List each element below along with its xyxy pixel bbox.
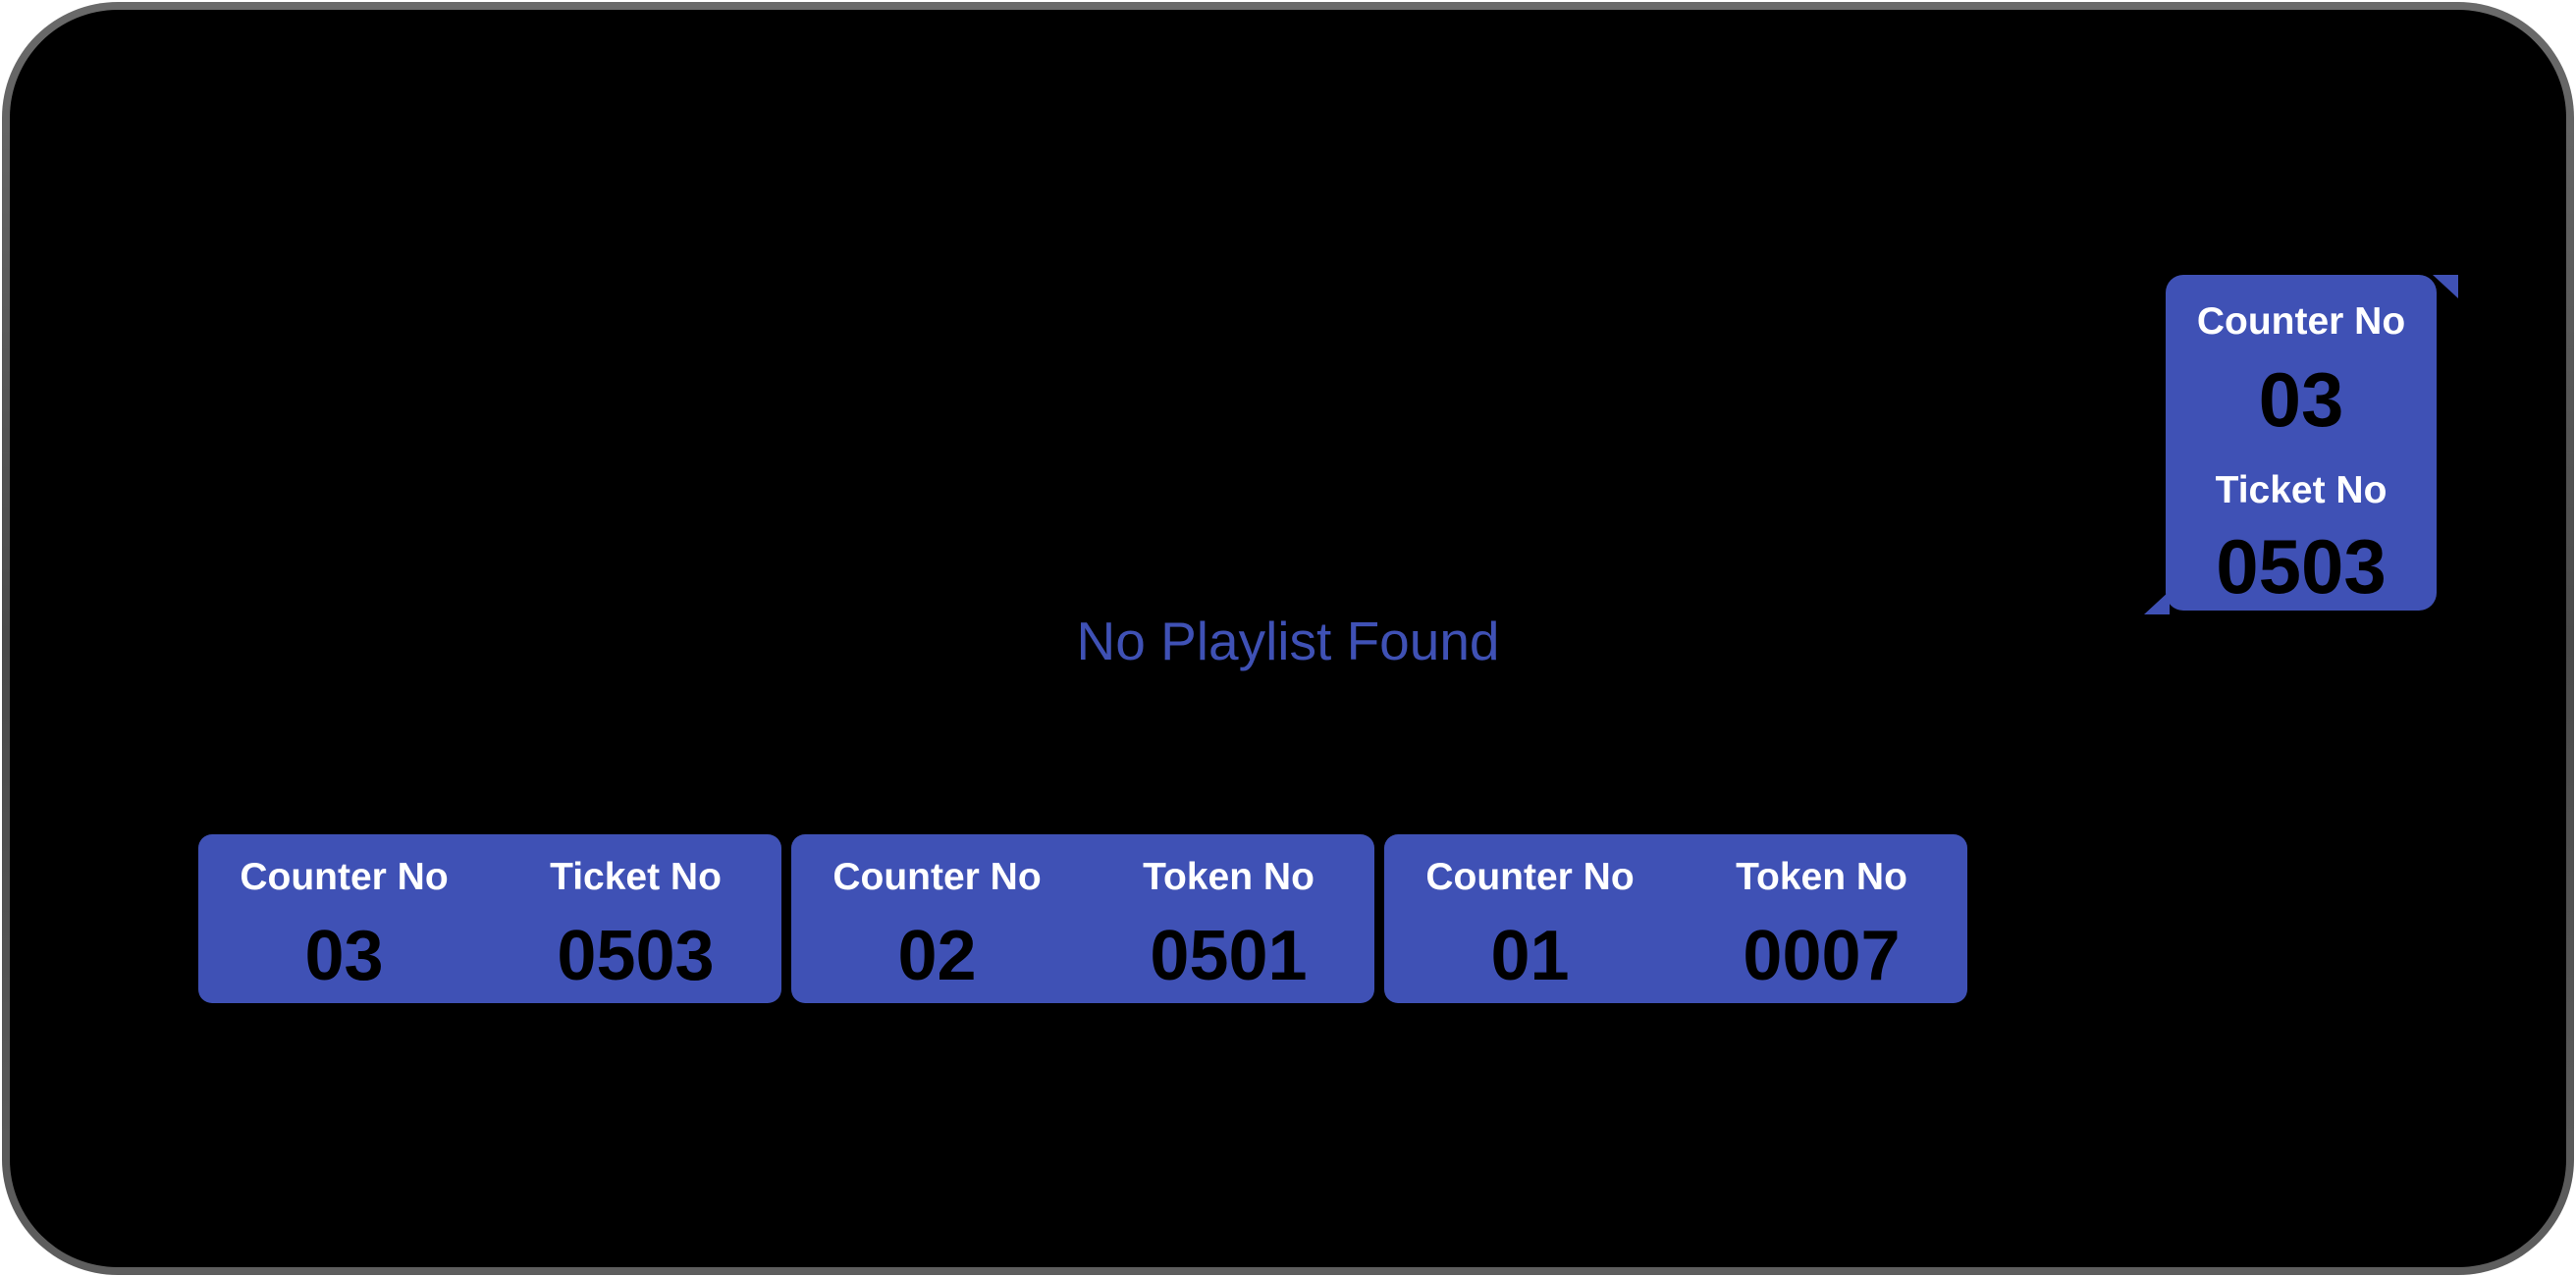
history-number-label: Token No bbox=[1736, 856, 1907, 898]
history-card-1: Counter No 03 Ticket No 0503 bbox=[198, 834, 781, 1003]
history-counter-value: 02 bbox=[897, 917, 977, 995]
history-counter-label: Counter No bbox=[240, 856, 449, 898]
current-ticket-value: 0503 bbox=[2216, 523, 2387, 610]
history-counter-value: 01 bbox=[1490, 917, 1570, 995]
history-counter-label: Counter No bbox=[1425, 856, 1635, 898]
history-number-value: 0501 bbox=[1150, 917, 1308, 995]
no-playlist-message: No Playlist Found bbox=[1076, 611, 1500, 671]
current-ticket-label: Ticket No bbox=[2215, 469, 2388, 511]
history-number-column: Token No 0501 bbox=[1083, 834, 1374, 1003]
current-counter-value: 03 bbox=[2258, 356, 2344, 443]
device-frame: No Playlist Found Counter No 03 Ticket N… bbox=[2, 2, 2574, 1275]
history-number-value: 0007 bbox=[1743, 917, 1901, 995]
history-card-3: Counter No 01 Token No 0007 bbox=[1384, 834, 1967, 1003]
history-counter-label: Counter No bbox=[832, 856, 1042, 898]
history-number-label: Ticket No bbox=[550, 856, 722, 898]
history-number-value: 0503 bbox=[557, 917, 715, 995]
history-counter-column: Counter No 03 bbox=[198, 834, 490, 1003]
history-counter-column: Counter No 02 bbox=[791, 834, 1083, 1003]
current-call-panel: Counter No 03 Ticket No 0503 bbox=[2166, 275, 2437, 611]
history-card-2: Counter No 02 Token No 0501 bbox=[791, 834, 1374, 1003]
current-call-card: Counter No 03 Ticket No 0503 bbox=[2144, 275, 2472, 614]
current-counter-label: Counter No bbox=[2196, 300, 2406, 343]
history-counter-value: 03 bbox=[304, 917, 384, 995]
history-number-column: Ticket No 0503 bbox=[490, 834, 781, 1003]
history-counter-column: Counter No 01 bbox=[1384, 834, 1676, 1003]
display-screen: No Playlist Found Counter No 03 Ticket N… bbox=[10, 10, 2566, 1267]
history-number-label: Token No bbox=[1143, 856, 1315, 898]
history-number-column: Token No 0007 bbox=[1676, 834, 1967, 1003]
